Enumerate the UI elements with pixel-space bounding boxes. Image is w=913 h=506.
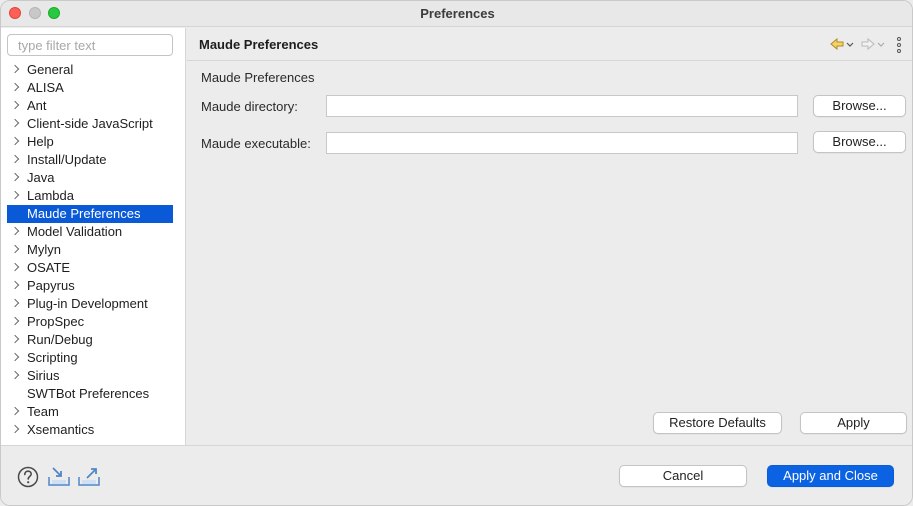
tree-item-label: Ant xyxy=(27,98,47,113)
forward-arrow-icon[interactable] xyxy=(861,37,885,51)
tree-item[interactable]: Model Validation xyxy=(7,223,173,241)
preferences-window: Preferences General ALISA Ant Client-side J… xyxy=(0,0,913,506)
tree-item-label: Lambda xyxy=(27,188,74,203)
chevron-right-icon[interactable] xyxy=(10,154,20,164)
page-header: Maude Preferences xyxy=(187,28,912,61)
tree-item[interactable]: Plug-in Development xyxy=(7,295,173,313)
tree-item[interactable]: Ant xyxy=(7,97,173,115)
tree-item[interactable]: Java xyxy=(7,169,173,187)
chevron-right-icon[interactable] xyxy=(10,298,20,308)
chevron-right-icon[interactable] xyxy=(10,280,20,290)
tree-item[interactable]: PropSpec xyxy=(7,313,173,331)
tree-item-label: Install/Update xyxy=(27,152,107,167)
chevron-right-icon[interactable] xyxy=(10,334,20,344)
cancel-button[interactable]: Cancel xyxy=(619,465,747,487)
chevron-right-icon[interactable] xyxy=(10,262,20,272)
apply-button[interactable]: Apply xyxy=(800,412,907,434)
tree-item-label: Mylyn xyxy=(27,242,61,257)
tree-item-label: Sirius xyxy=(27,368,60,383)
chevron-right-icon[interactable] xyxy=(10,316,20,326)
tree-item-label: Papyrus xyxy=(27,278,75,293)
restore-defaults-button[interactable]: Restore Defaults xyxy=(653,412,782,434)
chevron-right-icon[interactable] xyxy=(10,136,20,146)
maude-executable-field[interactable] xyxy=(326,132,798,154)
tree-item-label: Help xyxy=(27,134,54,149)
window-title: Preferences xyxy=(420,6,495,21)
tree-item[interactable]: ALISA xyxy=(7,79,173,97)
preferences-tree: General ALISA Ant Client-side JavaScript Hel… xyxy=(7,61,173,439)
tree-item-label: SWTBot Preferences xyxy=(27,386,150,401)
tree-item[interactable]: Scripting xyxy=(7,349,173,367)
chevron-right-icon[interactable] xyxy=(10,100,20,110)
tree-item[interactable]: Help xyxy=(7,133,173,151)
tree-item[interactable]: OSATE xyxy=(7,259,173,277)
browse-directory-button[interactable]: Browse... xyxy=(813,95,906,117)
tree-item[interactable]: Client-side JavaScript xyxy=(7,115,173,133)
page-title: Maude Preferences xyxy=(199,37,319,52)
tree-item[interactable]: Run/Debug xyxy=(7,331,173,349)
maude-directory-label: Maude directory: xyxy=(201,99,298,114)
tree-item-label: Run/Debug xyxy=(27,332,93,347)
tree-item[interactable]: Mylyn xyxy=(7,241,173,259)
help-icon[interactable] xyxy=(17,466,39,488)
title-bar: Preferences xyxy=(1,1,912,27)
browse-executable-button[interactable]: Browse... xyxy=(813,131,906,153)
tree-item-label: ALISA xyxy=(27,80,64,95)
chevron-right-icon[interactable] xyxy=(10,64,20,74)
chevron-right-icon[interactable] xyxy=(10,244,20,254)
dialog-footer: Cancel Apply and Close xyxy=(1,445,912,505)
maude-directory-field[interactable] xyxy=(326,95,798,117)
tree-item-label: Plug-in Development xyxy=(27,296,148,311)
chevron-right-icon[interactable] xyxy=(10,424,20,434)
apply-and-close-button[interactable]: Apply and Close xyxy=(767,465,894,487)
back-arrow-icon[interactable] xyxy=(830,37,854,51)
tree-item[interactable]: Papyrus xyxy=(7,277,173,295)
tree-item[interactable]: General xyxy=(7,61,173,79)
tree-item[interactable]: SWTBot Preferences xyxy=(7,385,173,403)
chevron-right-icon[interactable] xyxy=(10,190,20,200)
import-icon[interactable] xyxy=(47,466,71,488)
chevron-right-icon[interactable] xyxy=(10,352,20,362)
chevron-right-icon[interactable] xyxy=(10,370,20,380)
tree-item-label: Model Validation xyxy=(27,224,123,239)
tree-item-label: Java xyxy=(27,170,55,185)
tree-item[interactable]: Xsemantics xyxy=(7,421,173,439)
tree-item-label: Team xyxy=(27,404,59,419)
tree-item[interactable]: Sirius xyxy=(7,367,173,385)
maude-executable-label: Maude executable: xyxy=(201,136,311,151)
chevron-right-icon[interactable] xyxy=(10,118,20,128)
tree-item-label: OSATE xyxy=(27,260,71,275)
tree-item-label: Scripting xyxy=(27,350,78,365)
chevron-right-icon[interactable] xyxy=(10,226,20,236)
tree-item[interactable]: Lambda xyxy=(7,187,173,205)
tree-item-label: Maude Preferences xyxy=(27,206,141,221)
tree-item-label: Client-side JavaScript xyxy=(27,116,153,131)
tree-item[interactable]: Install/Update xyxy=(7,151,173,169)
tree-item-label: Xsemantics xyxy=(27,422,95,437)
chevron-right-icon[interactable] xyxy=(10,82,20,92)
preference-page: Maude Preferences Maude Preferences Maud… xyxy=(187,28,912,445)
section-label: Maude Preferences xyxy=(201,70,315,85)
chevron-right-icon[interactable] xyxy=(10,406,20,416)
tree-item-label: General xyxy=(27,62,74,77)
preferences-sidebar: General ALISA Ant Client-side JavaScript Hel… xyxy=(1,28,186,445)
tree-item[interactable]: Maude Preferences xyxy=(7,205,173,223)
export-icon[interactable] xyxy=(77,466,101,488)
filter-input[interactable] xyxy=(7,34,173,56)
tree-item[interactable]: Team xyxy=(7,403,173,421)
tree-item-label: PropSpec xyxy=(27,314,85,329)
chevron-right-icon[interactable] xyxy=(10,172,20,182)
view-menu-icon[interactable] xyxy=(896,37,902,53)
